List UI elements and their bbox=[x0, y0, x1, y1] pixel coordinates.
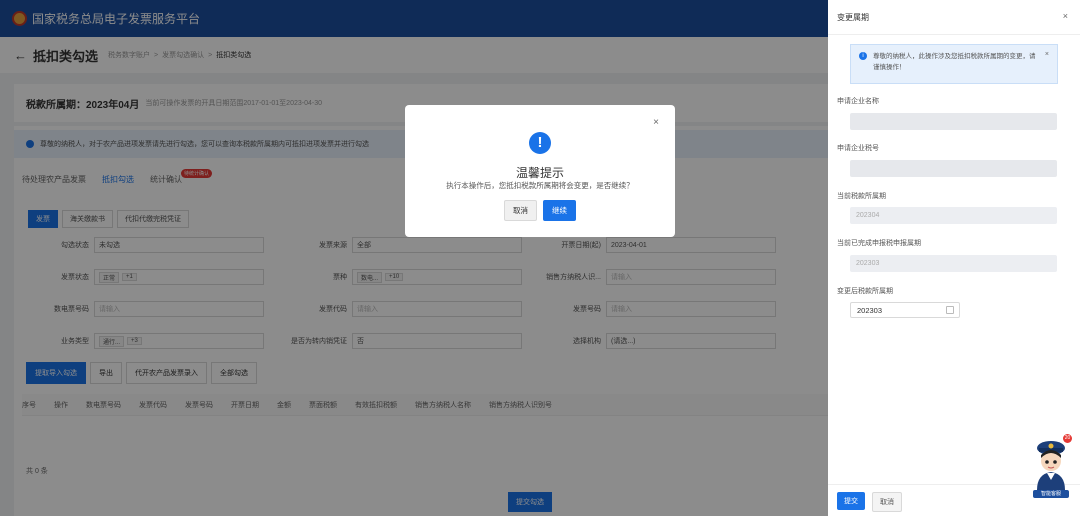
close-icon[interactable]: × bbox=[1063, 11, 1068, 21]
field-label: 变更后税款所属期 bbox=[837, 288, 893, 295]
dialog-title: 温馨提示 bbox=[515, 166, 564, 180]
dialog-message: 执行本操作后，您抵扣税款所属期将会变更，是否继续？ bbox=[446, 181, 634, 190]
new-period-picker[interactable]: 202303 bbox=[850, 302, 960, 318]
assistant-label: 智能客服 bbox=[1033, 490, 1069, 498]
divider bbox=[828, 34, 1080, 35]
close-icon[interactable]: × bbox=[653, 117, 659, 128]
dialog-buttons: 取消 继续 bbox=[405, 200, 675, 221]
continue-button[interactable]: 继续 bbox=[543, 200, 576, 221]
declared-period-field: 202303 bbox=[850, 255, 1057, 272]
current-period-field: 202304 bbox=[850, 207, 1057, 224]
submit-button[interactable]: 提交 bbox=[837, 492, 865, 510]
info-icon: i bbox=[859, 52, 867, 60]
warning-alert: i 尊敬的纳税人，此操作涉及您抵扣税款所属期的变更，请谨慎操作！ × bbox=[850, 44, 1058, 84]
alert-text: 尊敬的纳税人，此操作涉及您抵扣税款所属期的变更，请谨慎操作！ bbox=[873, 53, 1036, 71]
assistant-widget[interactable]: 20 智能客服 bbox=[1030, 434, 1072, 498]
field-label: 当前已完成申报税申报属期 bbox=[837, 240, 921, 247]
field-label: 申请企业税号 bbox=[837, 145, 879, 152]
field-label: 当前税款所属期 bbox=[837, 193, 886, 200]
calendar-icon[interactable] bbox=[946, 306, 954, 314]
notification-badge: 20 bbox=[1063, 434, 1072, 443]
drawer-title: 变更属期 bbox=[837, 13, 869, 22]
new-period-value: 202303 bbox=[857, 305, 883, 315]
field-label: 申请企业名称 bbox=[837, 98, 879, 105]
cancel-button[interactable]: 取消 bbox=[504, 200, 537, 221]
close-icon[interactable]: × bbox=[1045, 51, 1049, 58]
company-name-field bbox=[850, 113, 1057, 130]
cancel-button[interactable]: 取消 bbox=[872, 492, 902, 512]
company-tax-id-field bbox=[850, 160, 1057, 177]
confirm-dialog: × ! 温馨提示 执行本操作后，您抵扣税款所属期将会变更，是否继续？ 取消 继续 bbox=[405, 105, 675, 237]
exclamation-icon: ! bbox=[529, 132, 551, 154]
